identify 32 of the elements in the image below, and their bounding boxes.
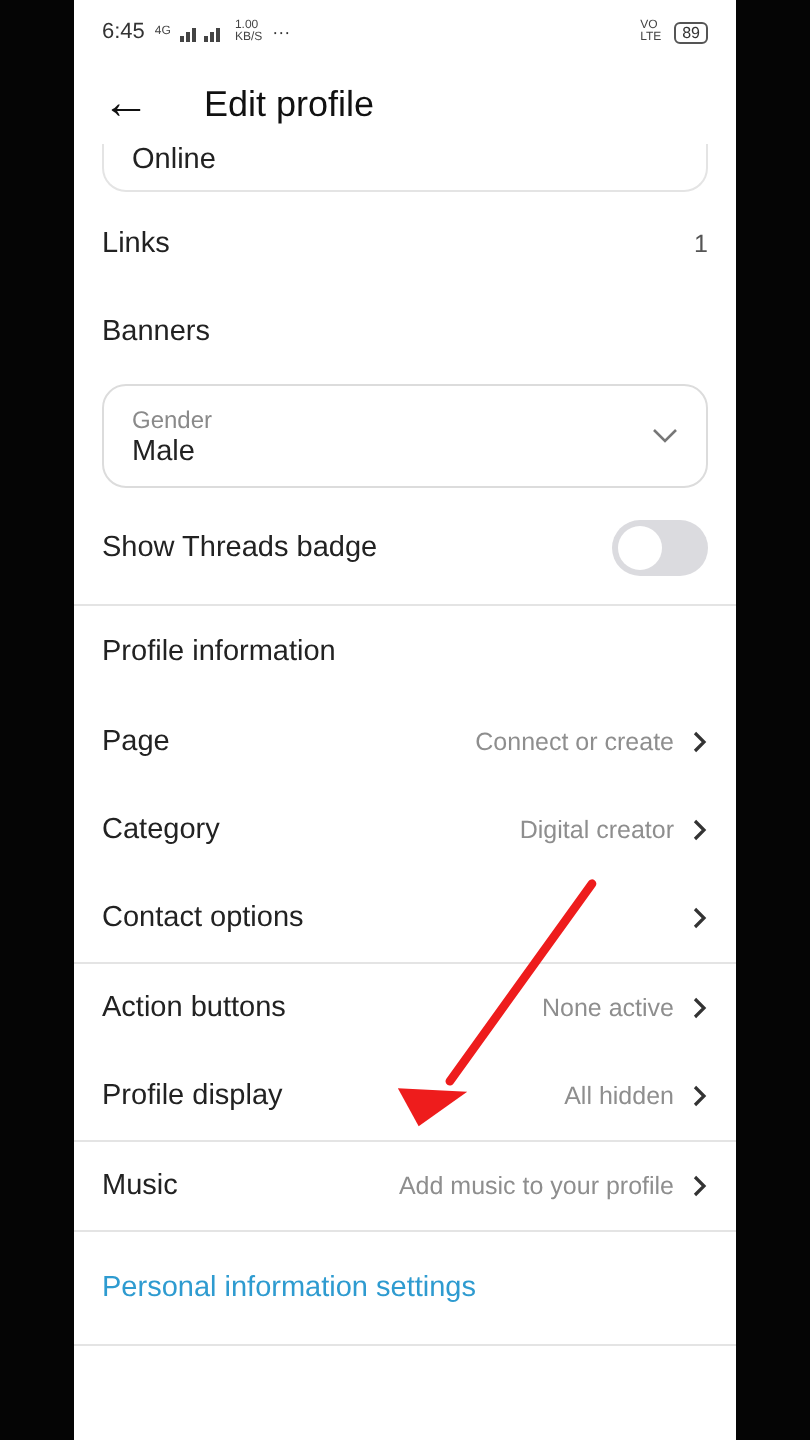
- chevron-right-icon: [692, 730, 708, 754]
- row-value: Add music to your profile: [398, 1172, 674, 1200]
- back-button[interactable]: ←: [102, 80, 150, 128]
- row-label[interactable]: Music: [102, 1170, 178, 1202]
- chevron-right-icon: [692, 996, 708, 1020]
- more-indicator: ···: [272, 22, 291, 42]
- text-field[interactable]: Online: [102, 144, 708, 192]
- chevron-down-icon: [652, 428, 678, 444]
- row-value: Digital creator: [519, 816, 674, 844]
- row-label[interactable]: Category: [102, 814, 220, 846]
- row-label[interactable]: Contact options: [102, 902, 304, 934]
- row-label[interactable]: Banners: [102, 316, 211, 348]
- row-label[interactable]: Page: [102, 726, 170, 758]
- row-label[interactable]: Profile display: [102, 1080, 283, 1112]
- battery-level: 89: [674, 21, 708, 43]
- chevron-right-icon: [692, 818, 708, 842]
- signal-icon: [180, 23, 225, 41]
- toggle-switch[interactable]: [612, 520, 708, 576]
- chevron-right-icon: [692, 906, 708, 930]
- section-heading: Profile information: [102, 636, 336, 668]
- chevron-right-icon: [692, 1174, 708, 1198]
- row-value: Connect or create: [475, 728, 674, 756]
- gender-dropdown[interactable]: Gender Male: [102, 384, 708, 488]
- link-count: 1: [694, 230, 708, 258]
- row-label[interactable]: Action buttons: [102, 992, 286, 1024]
- row-label: Show Threads badge: [102, 532, 378, 564]
- row-label: Links: [102, 228, 170, 260]
- page-title: Edit profile: [204, 83, 375, 125]
- row-value: None active: [541, 994, 674, 1022]
- chevron-right-icon: [692, 1084, 708, 1108]
- status-time: 6:45: [102, 20, 145, 44]
- row-value: All hidden: [564, 1082, 674, 1110]
